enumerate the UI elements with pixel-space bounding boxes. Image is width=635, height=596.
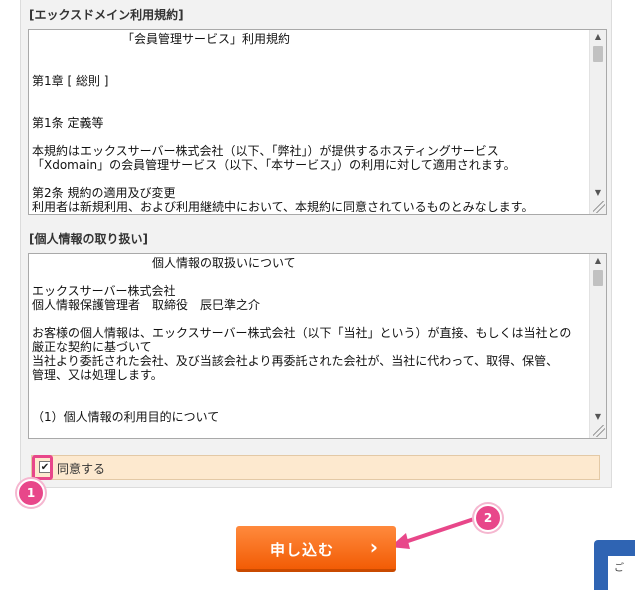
- chat-widget[interactable]: ご: [594, 540, 635, 596]
- step-badge-2: 2: [474, 504, 502, 532]
- scroll-down-icon[interactable]: ▼: [590, 410, 606, 424]
- scroll-down-icon[interactable]: ▼: [590, 186, 606, 200]
- agree-label[interactable]: 同意する: [57, 460, 105, 477]
- terms-scrollbar[interactable]: ▲ ▼: [589, 30, 606, 214]
- agree-row[interactable]: ✔ 同意する: [31, 455, 600, 480]
- scroll-up-icon[interactable]: ▲: [590, 254, 606, 268]
- terms-section-title: [エックスドメイン利用規約]: [29, 8, 184, 22]
- terms-text: 「会員管理サービス」利用規約 第1章 [ 総則 ] 第1条 定義等 本規約はエッ…: [32, 32, 534, 212]
- privacy-scrollbar[interactable]: ▲ ▼: [589, 254, 606, 438]
- step-badge-1: 1: [17, 479, 45, 507]
- checkbox-highlight: [32, 455, 53, 480]
- terms-textarea[interactable]: 「会員管理サービス」利用規約 第1章 [ 総則 ] 第1条 定義等 本規約はエッ…: [28, 29, 607, 215]
- scroll-thumb[interactable]: [593, 270, 603, 286]
- resize-grip-icon[interactable]: [593, 201, 605, 213]
- resize-grip-icon[interactable]: [593, 425, 605, 437]
- submit-button[interactable]: 申し込む ›: [236, 526, 396, 572]
- privacy-section-title: [個人情報の取り扱い]: [29, 232, 148, 246]
- submit-button-label: 申し込む: [270, 541, 335, 559]
- chat-widget-text: ご: [608, 556, 635, 596]
- privacy-text: 個人情報の取扱いについて エックスサーバー株式会社 個人情報保護管理者 取締役 …: [32, 256, 572, 424]
- chevron-right-icon: ›: [369, 535, 378, 559]
- privacy-textarea[interactable]: 個人情報の取扱いについて エックスサーバー株式会社 個人情報保護管理者 取締役 …: [28, 253, 607, 439]
- scroll-up-icon[interactable]: ▲: [590, 30, 606, 44]
- scroll-thumb[interactable]: [593, 46, 603, 62]
